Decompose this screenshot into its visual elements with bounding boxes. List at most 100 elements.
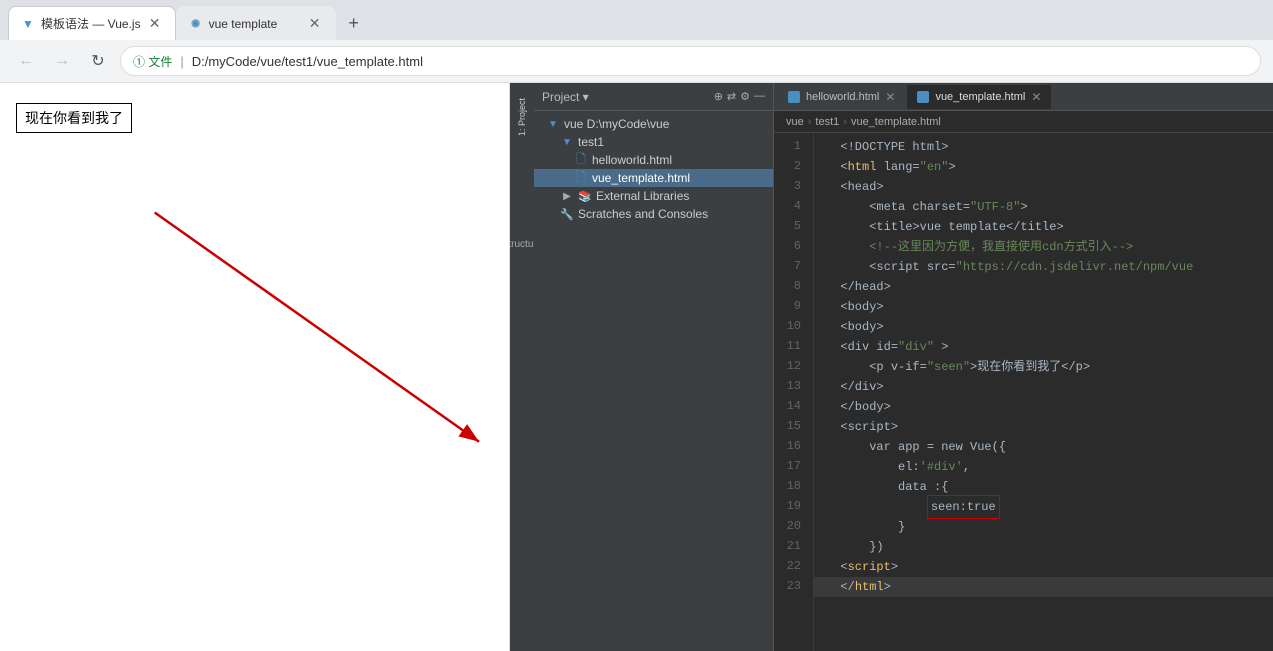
code-line-4: <meta charset="UTF-8"> [814, 197, 1273, 217]
token-4-3: > [1020, 197, 1027, 217]
token-22-1: < [840, 557, 847, 577]
gutter-16 [826, 437, 840, 457]
breadcrumb-sep1: › [808, 116, 812, 128]
tree-icon-vue-template: 🗋 [574, 171, 588, 185]
tree-item-test1[interactable]: ▼ test1 [534, 133, 773, 151]
code-line-11: <div id="div" > [814, 337, 1273, 357]
tree-label-external-libs: External Libraries [596, 189, 689, 203]
gutter-20 [826, 517, 840, 537]
project-header-icons: ⊕ ⇄ ⚙ — [714, 90, 765, 103]
tree-item-vue-root[interactable]: ▼ vue D:\myCode\vue [534, 115, 773, 133]
token-17-3: , [963, 457, 970, 477]
seen-true-highlighted: seen:true [927, 495, 1000, 519]
token-12-1: <p v-if= [840, 357, 926, 377]
code-line-20: } [814, 517, 1273, 537]
code-line-9: <body> [814, 297, 1273, 317]
gutter-18 [826, 477, 840, 497]
line-num-13: 13 [774, 377, 807, 397]
breadcrumb-test1: test1 [815, 116, 839, 128]
editor-tab-icon-vue-template [917, 91, 929, 103]
editor-tab-vue-template[interactable]: vue_template.html ✕ [907, 85, 1051, 109]
new-tab-button[interactable]: + [340, 9, 368, 37]
editor-tab-close-vue-template[interactable]: ✕ [1031, 90, 1041, 104]
editor-tab-label-vue-template: vue_template.html [935, 91, 1025, 103]
tree-item-scratches[interactable]: 🔧 Scratches and Consoles [534, 205, 773, 223]
address-bar[interactable]: ① 文件 | D:/myCode/vue/test1/vue_template.… [120, 46, 1261, 76]
forward-button[interactable]: → [48, 47, 76, 75]
token-2-1: < [840, 157, 847, 177]
back-button[interactable]: ← [12, 47, 40, 75]
project-tree: ▼ vue D:\myCode\vue ▼ test1 🗋 helloworld… [534, 111, 773, 651]
token-23-1: </ [840, 577, 854, 597]
tree-icon-vue: ▼ [546, 117, 560, 131]
code-line-23: </html> [814, 577, 1273, 597]
red-arrow-overlay [0, 83, 509, 651]
code-line-22: <script> [814, 557, 1273, 577]
gutter-6 [826, 237, 840, 257]
token-6-1: <!--这里因为方便，我直接使用cdn方式引入--> [840, 237, 1133, 257]
project-panel-header: Project ▾ ⊕ ⇄ ⚙ — [534, 83, 773, 111]
tree-item-helloworld[interactable]: 🗋 helloworld.html [534, 151, 773, 169]
code-line-1: <!DOCTYPE html> [814, 137, 1273, 157]
token-12-3: >现在你看到我了</p> [970, 357, 1090, 377]
gutter-11 [826, 337, 840, 357]
gutter-19 [826, 497, 840, 517]
vue-content: 现在你看到我了 [0, 83, 509, 145]
reload-button[interactable]: ↻ [84, 47, 112, 75]
line-num-18: 18 [774, 477, 807, 497]
token-21-1: }) [840, 537, 883, 557]
line-num-16: 16 [774, 437, 807, 457]
token-2-2: html [848, 157, 877, 177]
editor-tab-close-helloworld[interactable]: ✕ [885, 90, 895, 104]
project-panel-title: Project ▾ [542, 90, 710, 104]
ide-area: 1: Project 7: Structure Project ▾ ⊕ ⇄ ⚙ … [510, 83, 1273, 651]
code-line-17: el:'#div', [814, 457, 1273, 477]
gutter-23 [826, 577, 840, 597]
token-19-1 [840, 497, 926, 517]
token-22-2: script [848, 557, 891, 577]
tree-icon-libs-folder: 📚 [578, 189, 592, 203]
line-numbers: 1 2 3 4 5 6 7 8 9 10 11 12 13 14 15 16 1 [774, 133, 814, 651]
token-2-4: "en" [920, 157, 949, 177]
project-icon-arrows[interactable]: ⇄ [727, 90, 736, 103]
project-icon-minimize[interactable]: — [754, 90, 765, 103]
tab-vue-template[interactable]: ◉ vue template ✕ [176, 6, 336, 40]
token-15-1: <script> [840, 417, 898, 437]
token-7-2: "https://cdn.jsdelivr.net/npm/vue [956, 257, 1194, 277]
ide-sidebar-icons: 1: Project 7: Structure [510, 83, 534, 651]
token-4-1: <meta charset= [840, 197, 970, 217]
breadcrumb-file: vue_template.html [851, 116, 941, 128]
token-17-1: el: [840, 457, 919, 477]
project-icon-settings[interactable]: ⚙ [740, 90, 750, 103]
token-16-1: var app = new Vue({ [840, 437, 1006, 457]
structure-panel-icon[interactable]: 7: Structure [512, 229, 532, 249]
tree-item-vue-template[interactable]: 🗋 vue_template.html [534, 169, 773, 187]
vue-output-text: 现在你看到我了 [16, 103, 132, 133]
line-num-14: 14 [774, 397, 807, 417]
tree-item-external-libs[interactable]: ▶ 📚 External Libraries [534, 187, 773, 205]
editor-tabs: helloworld.html ✕ vue_template.html ✕ [774, 83, 1273, 111]
code-editor[interactable]: 1 2 3 4 5 6 7 8 9 10 11 12 13 14 15 16 1 [774, 133, 1273, 651]
address-scheme: ① 文件 [133, 53, 172, 70]
gutter-10 [826, 317, 840, 337]
token-22-3: > [891, 557, 898, 577]
project-panel-icon[interactable]: 1: Project [512, 87, 532, 147]
line-num-15: 15 [774, 417, 807, 437]
token-5-1: <title>vue template</title> [840, 217, 1063, 237]
token-2-5: > [948, 157, 955, 177]
token-9-1: <body> [840, 297, 883, 317]
editor-tab-helloworld[interactable]: helloworld.html ✕ [778, 85, 905, 109]
line-num-21: 21 [774, 537, 807, 557]
tab-close-2[interactable]: ✕ [307, 16, 323, 32]
code-line-5: <title>vue template</title> [814, 217, 1273, 237]
tab-bar: ▼ 模板语法 — Vue.js ✕ ◉ vue template ✕ + [0, 0, 1273, 40]
tab-vuejs[interactable]: ▼ 模板语法 — Vue.js ✕ [8, 6, 176, 40]
code-line-21: }) [814, 537, 1273, 557]
token-17-2: '#div' [920, 457, 963, 477]
tab-close-1[interactable]: ✕ [147, 16, 163, 32]
gutter-12 [826, 357, 840, 377]
token-11-1: <div id= [840, 337, 898, 357]
tree-label-vue-root: vue D:\myCode\vue [564, 117, 669, 131]
token-20-1: } [840, 517, 905, 537]
project-icon-globe[interactable]: ⊕ [714, 90, 723, 103]
